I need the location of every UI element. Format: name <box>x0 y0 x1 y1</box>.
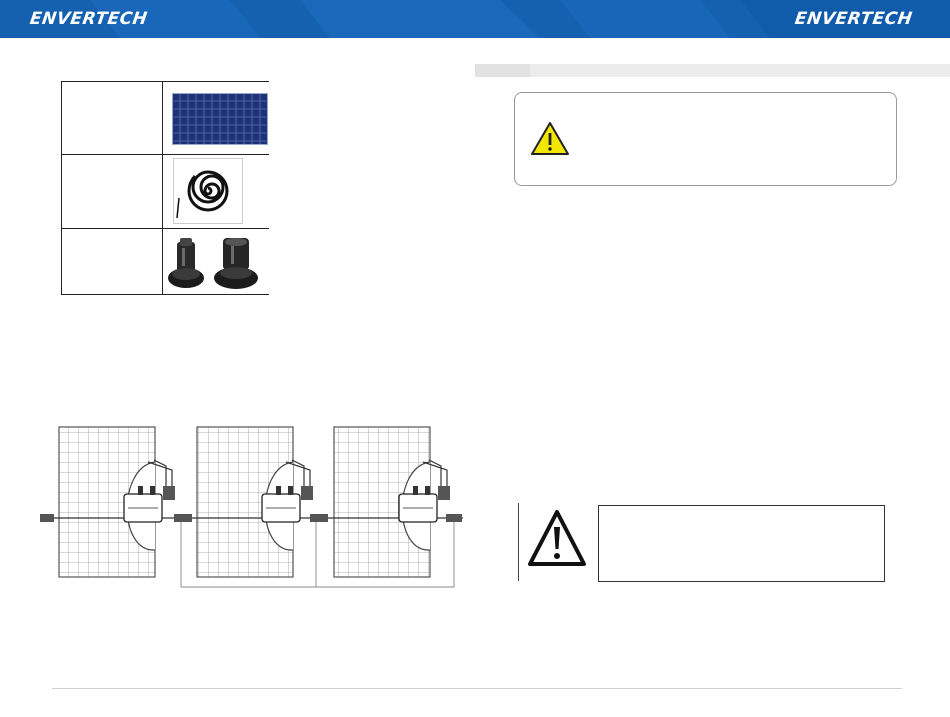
section-heading-bar <box>475 64 950 77</box>
coiled-cable-icon <box>173 158 243 224</box>
brand-logo-left: ENVERTECH <box>28 9 149 29</box>
brand-logo-right: ENVERTECH <box>793 9 914 29</box>
installation-diagram <box>40 426 463 588</box>
footer-divider <box>52 688 902 689</box>
warning-notice-box <box>514 92 897 186</box>
connector-icon <box>168 238 258 289</box>
header-bar: ENVERTECH ENVERTECH <box>0 0 950 38</box>
end-cap-icon <box>40 514 54 522</box>
caution-separator <box>518 503 519 581</box>
table-row-divider <box>61 228 269 229</box>
table-row-divider <box>61 294 269 295</box>
table-row-divider <box>61 81 269 82</box>
caution-notice-box <box>598 505 885 582</box>
warning-triangle-icon <box>531 122 569 155</box>
parts-table <box>61 81 269 295</box>
solar-panel-icon <box>172 93 268 145</box>
warning-triangle-icon <box>528 510 586 566</box>
section-heading-tab <box>475 64 530 77</box>
table-row-divider <box>61 154 269 155</box>
table-border-left <box>61 81 62 295</box>
table-column-divider <box>162 81 163 295</box>
